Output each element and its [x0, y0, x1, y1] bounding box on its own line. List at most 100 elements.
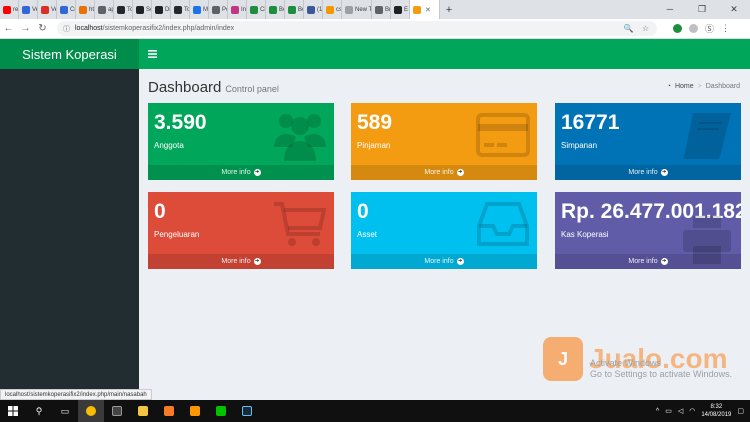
sidebar-toggle-icon[interactable]	[139, 39, 165, 69]
breadcrumb-separator: >	[697, 83, 702, 90]
file-explorer-icon[interactable]	[130, 400, 156, 422]
tab-favicon-icon	[155, 5, 163, 14]
zoom-icon[interactable]: 🔍	[624, 24, 634, 33]
activate-subtitle: Go to Settings to activate Windows.	[590, 369, 733, 379]
tab-label: M	[203, 6, 208, 13]
tab-favicon-icon	[413, 5, 421, 14]
forward-icon[interactable]: →	[17, 23, 34, 34]
more-info-link[interactable]: More info ➜	[148, 254, 334, 269]
box-label: Kas Koperasi	[561, 230, 609, 239]
browser-tab[interactable]: Bc	[285, 0, 304, 19]
close-tab-icon[interactable]: ✕	[425, 6, 431, 14]
chevron-up-icon[interactable]: ^	[656, 408, 659, 415]
back-icon[interactable]: ←	[0, 23, 17, 34]
browser-tab[interactable]: Cl	[247, 0, 266, 19]
browser-tab[interactable]: ht	[76, 0, 95, 19]
clock[interactable]: 8:32 14/08/2019	[701, 403, 731, 419]
browser-tab[interactable]: Cr	[57, 0, 76, 19]
tab-favicon-icon	[307, 5, 315, 14]
browser-tab[interactable]: Br	[372, 0, 391, 19]
browser-tab[interactable]: M	[190, 0, 209, 19]
url-host: localhost	[75, 25, 103, 32]
reload-icon[interactable]: ↻	[34, 23, 51, 34]
minimize-icon[interactable]: ─	[654, 0, 686, 19]
bookmark-star-icon[interactable]: ☆	[642, 24, 649, 33]
tab-favicon-icon	[41, 5, 49, 14]
tab-favicon-icon	[212, 5, 220, 14]
network-icon[interactable]: ▭	[665, 407, 672, 415]
status-url: localhost/sistemkoperasifix2/index.php/m…	[0, 389, 152, 400]
arrow-circle-right-icon: ➜	[253, 258, 261, 265]
browser-tab[interactable]: Sc	[133, 0, 152, 19]
profile-icon[interactable]: Ⓢ	[705, 22, 714, 35]
tab-favicon-icon	[375, 5, 383, 14]
brand-logo[interactable]: Sistem Koperasi	[0, 39, 139, 69]
more-info-link[interactable]: More info ➜	[148, 165, 334, 180]
task-view-icon[interactable]: ▭	[52, 400, 78, 422]
box-label: Pengeluaran	[154, 230, 200, 239]
browser-tab[interactable]: Di	[152, 0, 171, 19]
steam-icon[interactable]	[234, 400, 260, 422]
sublime-icon[interactable]	[182, 400, 208, 422]
active-tab[interactable]: ✕	[410, 0, 440, 19]
tab-label: Cl	[260, 6, 266, 13]
book-icon	[679, 109, 735, 161]
browser-tab[interactable]: (1	[304, 0, 323, 19]
tab-favicon-icon	[269, 5, 277, 14]
tab-label: In	[241, 6, 247, 13]
page-subtitle: Control panel	[225, 84, 279, 94]
browser-tab[interactable]: re	[0, 0, 19, 19]
browser-tab[interactable]: Bc	[266, 0, 285, 19]
windows-start-icon[interactable]	[0, 400, 26, 422]
browser-tab[interactable]: ap	[95, 0, 114, 19]
top-navbar	[139, 39, 750, 69]
search-icon[interactable]: ⚲	[26, 400, 52, 422]
activate-windows-notice: Activate Windows Go to Settings to activ…	[590, 358, 732, 380]
browser-tab[interactable]: cs	[323, 0, 342, 19]
browser-tab[interactable]: In	[228, 0, 247, 19]
box-value: 3.590	[154, 111, 207, 134]
clock-time: 8:32	[710, 404, 723, 410]
browser-tab[interactable]: Pc	[209, 0, 228, 19]
browser-tab[interactable]: Ve	[38, 0, 57, 19]
browser-tab[interactable]: To	[171, 0, 190, 19]
sidebar	[0, 69, 139, 400]
tab-favicon-icon	[231, 5, 239, 14]
arrow-circle-right-icon: ➜	[253, 169, 261, 176]
tab-favicon-icon	[345, 5, 353, 14]
more-info-text: More info	[221, 169, 251, 176]
terminal-icon[interactable]	[104, 400, 130, 422]
more-info-link[interactable]: More info ➜	[351, 165, 537, 180]
more-info-link[interactable]: More info ➜	[555, 254, 741, 269]
breadcrumb: ◔ Home > Dashboard	[667, 83, 740, 90]
browser-tab[interactable]: E	[391, 0, 410, 19]
more-info-link[interactable]: More info ➜	[555, 165, 741, 180]
dashboard-icon: ◔	[666, 83, 671, 90]
notification-icon[interactable]: ▢	[737, 407, 744, 415]
credit-card-icon	[475, 109, 531, 161]
url-input[interactable]: ⓘ localhost/sistemkoperasifix2/index.php…	[57, 21, 657, 36]
breadcrumb-home[interactable]: Home	[675, 83, 694, 90]
close-window-icon[interactable]: ✕	[718, 0, 750, 19]
box-label: Pinjaman	[357, 141, 391, 150]
xampp-icon[interactable]	[156, 400, 182, 422]
browser-tab[interactable]: Ve	[19, 0, 38, 19]
browser-tab-bar: reVeVeCrhtapToScDiToMPcInClBcBc(1csNew T…	[0, 0, 750, 19]
browser-tab[interactable]: To	[114, 0, 133, 19]
volume-icon[interactable]: ◁	[678, 407, 683, 415]
window-controls: ─ ❐ ✕	[654, 0, 750, 19]
extension-icon[interactable]	[673, 24, 682, 33]
maximize-icon[interactable]: ❐	[686, 0, 718, 19]
more-info-link[interactable]: More info ➜	[351, 254, 537, 269]
info-icon[interactable]: ⓘ	[63, 24, 70, 34]
more-info-text: More info	[221, 258, 251, 265]
breadcrumb-current: Dashboard	[705, 83, 740, 90]
menu-icon[interactable]: ⋮	[721, 23, 730, 34]
line-icon[interactable]	[208, 400, 234, 422]
chrome-icon[interactable]	[78, 400, 104, 422]
wifi-icon[interactable]: ◠	[689, 407, 695, 415]
tab-favicon-icon	[3, 5, 11, 14]
browser-tab[interactable]: New T	[342, 0, 372, 19]
extension-icon[interactable]	[689, 24, 698, 33]
new-tab-button[interactable]: +	[440, 4, 458, 16]
